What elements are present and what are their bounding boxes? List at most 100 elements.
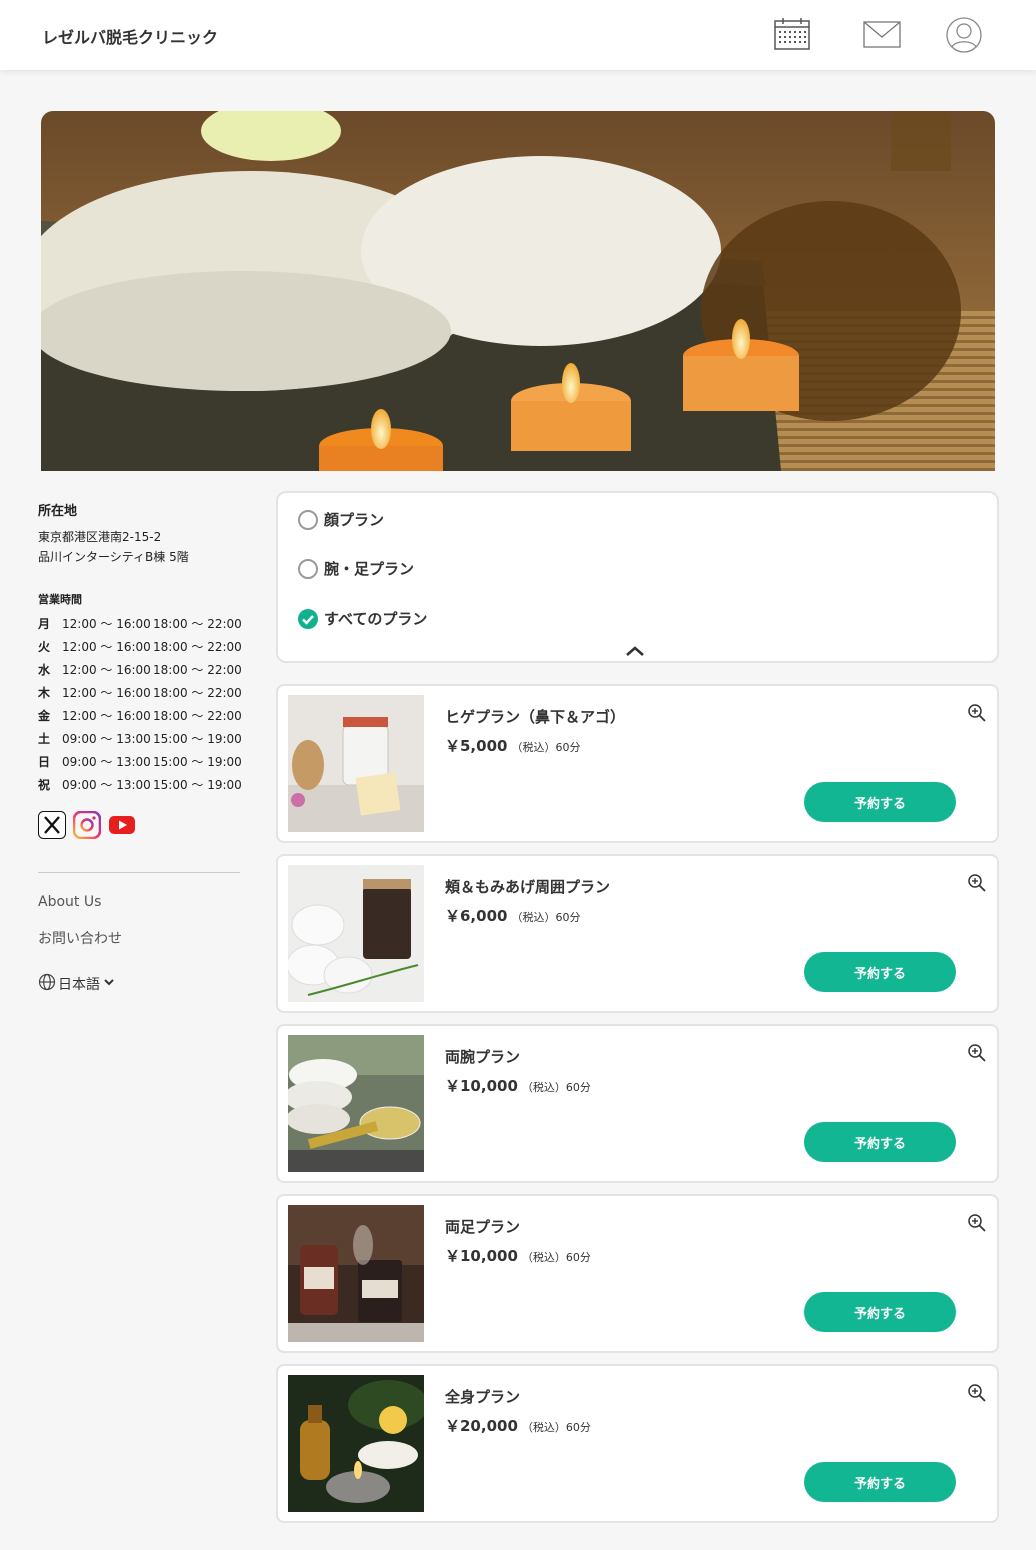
price-note: （税込）60分 <box>521 1081 591 1094</box>
hours-slot: 18:00 〜 22:00 <box>153 640 242 654</box>
calendar-icon[interactable] <box>773 16 811 54</box>
hours-title: 営業時間 <box>38 593 82 606</box>
location-title: 所在地 <box>38 504 78 519</box>
radio-button[interactable] <box>298 509 318 530</box>
plan-name: 頬＆もみあげ周囲プラン <box>445 878 611 896</box>
hours-row: 月 12:00 〜 16:00 18:00 〜 22:00 <box>38 613 248 636</box>
filter-option-all[interactable]: すべてのプラン <box>298 608 427 629</box>
hours-day: 日 <box>38 755 51 769</box>
plan-image <box>288 1375 424 1512</box>
hours-slot: 12:00 〜 16:00 <box>62 640 151 654</box>
price-note: （税込）60分 <box>521 1251 591 1264</box>
filter-option-label: 腕・足プラン <box>324 560 415 578</box>
plan-card[interactable]: 両腕プラン ￥10,000 （税込）60分 予約する <box>276 1024 999 1183</box>
plan-name: 全身プラン <box>445 1388 521 1406</box>
plan-price: ￥10,000 （税込）60分 <box>445 1075 591 1096</box>
zoom-in-icon[interactable] <box>967 873 987 893</box>
price-note: （税込）60分 <box>511 741 581 754</box>
hours-slot: 12:00 〜 16:00 <box>62 686 151 700</box>
price-value: ￥6,000 <box>445 907 508 925</box>
price-value: ￥20,000 <box>445 1417 518 1435</box>
hours-day: 土 <box>38 732 51 746</box>
plan-price: ￥10,000 （税込）60分 <box>445 1245 591 1266</box>
language-selector[interactable]: 日本語 <box>38 973 116 995</box>
plan-card[interactable]: 全身プラン ￥20,000 （税込）60分 予約する <box>276 1364 999 1523</box>
chevron-up-icon[interactable] <box>624 643 646 657</box>
zoom-in-icon[interactable] <box>967 1383 987 1403</box>
zoom-in-icon[interactable] <box>967 703 987 723</box>
hours-slot: 15:00 〜 19:00 <box>153 732 242 746</box>
book-button[interactable]: 予約する <box>804 1292 956 1332</box>
filter-option-arm-leg[interactable]: 腕・足プラン <box>298 558 414 579</box>
youtube-icon[interactable] <box>108 811 136 839</box>
hours-slot: 18:00 〜 22:00 <box>153 686 242 700</box>
price-value: ￥10,000 <box>445 1077 518 1095</box>
hours-day: 金 <box>38 709 51 723</box>
hours-day: 火 <box>38 640 51 654</box>
sidebar-divider <box>38 872 240 873</box>
radio-button[interactable] <box>298 558 318 579</box>
globe-icon <box>38 973 56 995</box>
hours-slot: 12:00 〜 16:00 <box>62 617 151 631</box>
plan-card[interactable]: ヒゲプラン（鼻下＆アゴ） ￥5,000 （税込）60分 予約する <box>276 684 999 843</box>
hours-row: 土 09:00 〜 13:00 15:00 〜 19:00 <box>38 728 248 751</box>
hours-slot: 09:00 〜 13:00 <box>62 755 151 769</box>
hours-slot: 15:00 〜 19:00 <box>153 755 242 769</box>
hours-slot: 12:00 〜 16:00 <box>62 663 151 677</box>
hours-slot: 18:00 〜 22:00 <box>153 617 242 631</box>
filter-option-label: すべてのプラン <box>324 610 428 628</box>
hours-slot: 18:00 〜 22:00 <box>153 709 242 723</box>
hours-row: 日 09:00 〜 13:00 15:00 〜 19:00 <box>38 751 248 774</box>
hours-day: 祝 <box>38 778 51 792</box>
hours-day: 木 <box>38 686 51 700</box>
hours-slot: 09:00 〜 13:00 <box>62 778 151 792</box>
plan-filter: 顔プラン 腕・足プラン すべてのプラン <box>276 491 999 663</box>
plan-card[interactable]: 両足プラン ￥10,000 （税込）60分 予約する <box>276 1194 999 1353</box>
hours-row: 木 12:00 〜 16:00 18:00 〜 22:00 <box>38 682 248 705</box>
language-label: 日本語 <box>58 977 100 993</box>
x-icon[interactable] <box>38 811 66 839</box>
filter-option-face[interactable]: 顔プラン <box>298 509 384 530</box>
chevron-down-icon <box>102 975 116 993</box>
hours-row: 金 12:00 〜 16:00 18:00 〜 22:00 <box>38 705 248 728</box>
clinic-info-sidebar: 所在地 東京都港区港南2-15-2 品川インターシティB棟 5階 営業時間 月1… <box>38 500 248 797</box>
user-icon[interactable] <box>945 16 983 54</box>
plan-name: 両腕プラン <box>445 1048 521 1066</box>
price-note: （税込）60分 <box>521 1421 591 1434</box>
price-value: ￥10,000 <box>445 1247 518 1265</box>
about-us-link[interactable]: About Us <box>38 894 101 910</box>
hours-row: 水 12:00 〜 16:00 18:00 〜 22:00 <box>38 659 248 682</box>
instagram-icon[interactable] <box>72 810 102 840</box>
hours-row: 火 12:00 〜 16:00 18:00 〜 22:00 <box>38 636 248 659</box>
hours-day: 水 <box>38 663 51 677</box>
contact-link[interactable]: お問い合わせ <box>38 928 122 948</box>
hours-slot: 09:00 〜 13:00 <box>62 732 151 746</box>
hero-spa-image <box>41 111 995 471</box>
book-button[interactable]: 予約する <box>804 782 956 822</box>
top-header: レゼルバ脱毛クリニック <box>0 0 1036 70</box>
plan-price: ￥6,000 （税込）60分 <box>445 905 580 926</box>
zoom-in-icon[interactable] <box>967 1213 987 1233</box>
plan-image <box>288 1035 424 1172</box>
price-value: ￥5,000 <box>445 737 508 755</box>
hours-slot: 12:00 〜 16:00 <box>62 709 151 723</box>
address-line-1: 東京都港区港南2-15-2 <box>38 530 162 544</box>
plan-image <box>288 865 424 1002</box>
hours-slot: 18:00 〜 22:00 <box>153 663 242 677</box>
hours-day: 月 <box>38 617 51 631</box>
book-button[interactable]: 予約する <box>804 952 956 992</box>
plan-price: ￥20,000 （税込）60分 <box>445 1415 591 1436</box>
plan-card[interactable]: 頬＆もみあげ周囲プラン ￥6,000 （税込）60分 予約する <box>276 854 999 1013</box>
mail-icon[interactable] <box>862 16 901 54</box>
book-button[interactable]: 予約する <box>804 1462 956 1502</box>
address-line-2: 品川インターシティB棟 5階 <box>38 550 189 564</box>
checked-icon[interactable] <box>298 608 318 629</box>
hours-row: 祝 09:00 〜 13:00 15:00 〜 19:00 <box>38 774 248 797</box>
hours-slot: 15:00 〜 19:00 <box>153 778 242 792</box>
book-button[interactable]: 予約する <box>804 1122 956 1162</box>
plan-name: ヒゲプラン（鼻下＆アゴ） <box>445 708 626 726</box>
plan-price: ￥5,000 （税込）60分 <box>445 735 580 756</box>
brand-name[interactable]: レゼルバ脱毛クリニック <box>42 24 218 48</box>
price-note: （税込）60分 <box>511 911 581 924</box>
zoom-in-icon[interactable] <box>967 1043 987 1063</box>
